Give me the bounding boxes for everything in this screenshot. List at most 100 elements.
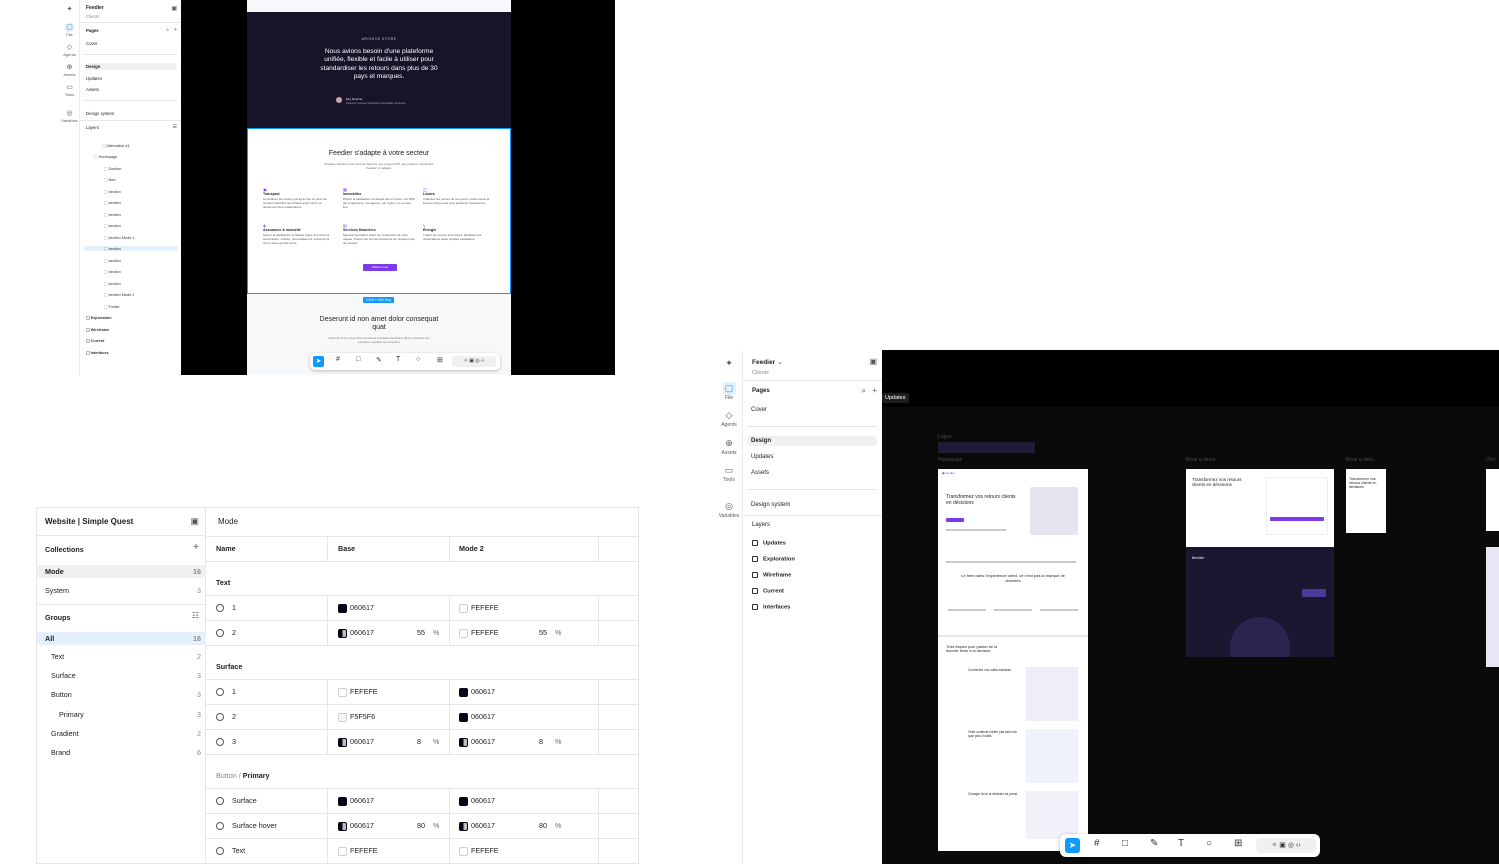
sidebar-toggle-icon[interactable]: ▣ <box>190 516 199 527</box>
book-demo-frame[interactable]: Transformez vos retours clients en décis… <box>1186 469 1334 547</box>
rail-agents[interactable]: ◇ Agents <box>60 43 79 57</box>
variable-base-value[interactable]: FEFEFE <box>338 846 378 856</box>
layer-section[interactable]: ⬚ section <box>104 223 121 228</box>
layer-homepage[interactable]: ⬚ Homepage <box>94 154 117 159</box>
frame-tool-icon[interactable]: # <box>336 356 340 363</box>
text-tool-icon[interactable]: T <box>396 356 400 363</box>
variable-mode2-value[interactable]: FEFEFE <box>459 603 499 613</box>
layer-section[interactable]: ⬚ section <box>104 189 121 194</box>
actions-tool-icon[interactable]: ⊞ <box>1234 838 1242 849</box>
page-design-system[interactable]: Design system <box>84 110 177 117</box>
pen-tool-icon[interactable]: ✎ <box>376 356 382 364</box>
layer-interfaces[interactable]: ▢ Interfaces <box>86 350 109 355</box>
layer-current[interactable]: ▢ Current <box>86 338 104 343</box>
opacity-value[interactable]: 80% <box>417 821 439 830</box>
group-button[interactable]: Button 3 <box>37 690 206 699</box>
layer-section-mode1[interactable]: ⬚ section Mode 1 <box>104 235 134 240</box>
move-tool-icon[interactable]: ➤ <box>313 356 324 367</box>
industry-section-selected[interactable]: Feedier s'adapte à votre secteur Chaque … <box>247 128 511 294</box>
file-name[interactable]: Feedier ⌄ <box>752 358 782 366</box>
figma-menu[interactable]: ✦ <box>716 357 742 370</box>
text-tool-icon[interactable]: T <box>1178 838 1184 849</box>
variable-mode2-value[interactable]: FEFEFE <box>459 846 499 856</box>
variable-base-value[interactable]: 060617 <box>338 821 374 831</box>
variable-mode2-value[interactable]: 060617 <box>459 737 495 747</box>
page-cover[interactable]: Cover <box>747 405 877 415</box>
layer-footer[interactable]: ⬚ Footer <box>104 304 120 309</box>
variable-mode2-value[interactable]: 060617 <box>459 712 495 722</box>
actions-tool-icon[interactable]: ⊞ <box>437 356 443 364</box>
collection-mode[interactable]: Mode 16 <box>37 565 206 578</box>
page-cover[interactable]: Cover <box>84 40 177 47</box>
mode-switcher[interactable]: ✧ ▣ ◎ ‹› <box>452 356 496 367</box>
rail-agents[interactable]: ◇ Agents <box>716 409 742 428</box>
page-design[interactable]: Design <box>84 63 177 70</box>
layer-wireframe[interactable]: Wireframe <box>752 572 791 579</box>
layer-section[interactable]: ⬚ section <box>104 269 121 274</box>
layers-options-icon[interactable]: ☰ <box>173 124 177 130</box>
group-text[interactable]: Text 2 <box>37 652 206 661</box>
page-updates[interactable]: Updates <box>747 452 877 462</box>
rail-variables[interactable]: ◎ Variables <box>716 500 742 519</box>
tim-frame-2[interactable] <box>1486 547 1499 667</box>
layer-interfaces[interactable]: Interfaces <box>752 604 790 611</box>
variable-mode2-value[interactable]: 060617 <box>459 687 495 697</box>
layer-current[interactable]: Current <box>752 588 784 595</box>
variable-mode2-value[interactable]: FEFEFE <box>459 628 499 638</box>
variable-base-value[interactable]: FEFEFE <box>338 687 378 697</box>
layer-wireframe[interactable]: ▢ Wireframe <box>86 327 109 332</box>
add-page-icon[interactable]: + <box>174 27 177 33</box>
layer-nav[interactable]: ⬚ Nav <box>104 177 115 182</box>
variable-row-name[interactable]: 2 <box>216 628 236 638</box>
collection-system[interactable]: System 3 <box>37 584 206 597</box>
variable-row-name[interactable]: Text <box>216 846 245 856</box>
rail-file[interactable]: ▢ File <box>60 23 79 37</box>
variable-base-value[interactable]: F5F5F6 <box>338 712 375 722</box>
design-canvas[interactable]: Logos Homepage Book a demo Book a dem...… <box>882 407 1499 864</box>
variable-row-name[interactable]: Surface <box>216 796 257 806</box>
rail-tools[interactable]: ▭ Tools <box>716 464 742 483</box>
figma-menu[interactable]: ✦ <box>60 5 79 14</box>
layer-section[interactable]: ⬚ Section <box>104 166 121 171</box>
variable-base-value[interactable]: 060617 <box>338 603 374 613</box>
logos-frame[interactable] <box>938 442 1035 453</box>
search-icon[interactable]: ⌕ <box>166 27 169 33</box>
variable-base-value[interactable]: 060617 <box>338 737 374 747</box>
layer-alternative[interactable]: ⬚ Alternative #1 <box>102 143 130 148</box>
add-collection-icon[interactable]: + <box>193 542 199 553</box>
group-all[interactable]: All 16 <box>37 632 206 645</box>
add-page-icon[interactable]: + <box>872 386 877 395</box>
design-canvas[interactable]: ARCHIVE STORE Nous avions besoin d'une p… <box>247 0 511 375</box>
search-icon[interactable]: ⌕ <box>862 386 866 396</box>
groups-options-icon[interactable]: ☷ <box>192 611 199 620</box>
rail-variables[interactable]: ◎ Variables <box>60 109 79 123</box>
page-design[interactable]: Design <box>747 436 877 446</box>
variable-row-name[interactable]: 3 <box>216 737 236 747</box>
variable-row-name[interactable]: 1 <box>216 687 236 697</box>
layer-section-selected[interactable]: ⬚ section <box>84 246 178 251</box>
pen-tool-icon[interactable]: ✎ <box>1150 838 1158 849</box>
rail-assets[interactable]: ⊕ Assets <box>60 63 79 77</box>
comment-tool-icon[interactable]: ○ <box>1206 838 1212 849</box>
layer-exploration[interactable]: ▢ Exploration <box>86 315 112 320</box>
variable-mode2-value[interactable]: 060617 <box>459 821 495 831</box>
homepage-frame[interactable]: ▣ feedier Transformez vos retours client… <box>938 469 1088 851</box>
opacity-value[interactable]: 8% <box>417 737 439 746</box>
variable-base-value[interactable]: 060617 <box>338 796 374 806</box>
layer-section-mode2[interactable]: ⬚ section Mode 2 <box>104 292 134 297</box>
group-gradient[interactable]: Gradient 2 <box>37 729 206 738</box>
tim-frame[interactable] <box>1486 469 1499 531</box>
layer-exploration[interactable]: Exploration <box>752 556 795 563</box>
sidebar-toggle-icon[interactable]: ▣ <box>171 5 177 12</box>
rail-tools[interactable]: ▭ Tools <box>60 83 79 97</box>
rail-file[interactable]: ▢ File <box>716 382 742 401</box>
move-tool-icon[interactable]: ➤ <box>1065 838 1080 853</box>
book-demo-frame-2[interactable]: Transformez vos retours clients en décis… <box>1346 469 1386 533</box>
variable-base-value[interactable]: 060617 <box>338 628 374 638</box>
layer-section[interactable]: ⬚ section <box>104 200 121 205</box>
layer-updates[interactable]: Updates <box>752 540 786 547</box>
opacity-value[interactable]: 55% <box>417 628 439 637</box>
shape-tool-icon[interactable]: □ <box>1122 838 1128 849</box>
opacity-value[interactable]: 80% <box>539 821 561 830</box>
group-primary[interactable]: Primary 3 <box>37 710 206 719</box>
